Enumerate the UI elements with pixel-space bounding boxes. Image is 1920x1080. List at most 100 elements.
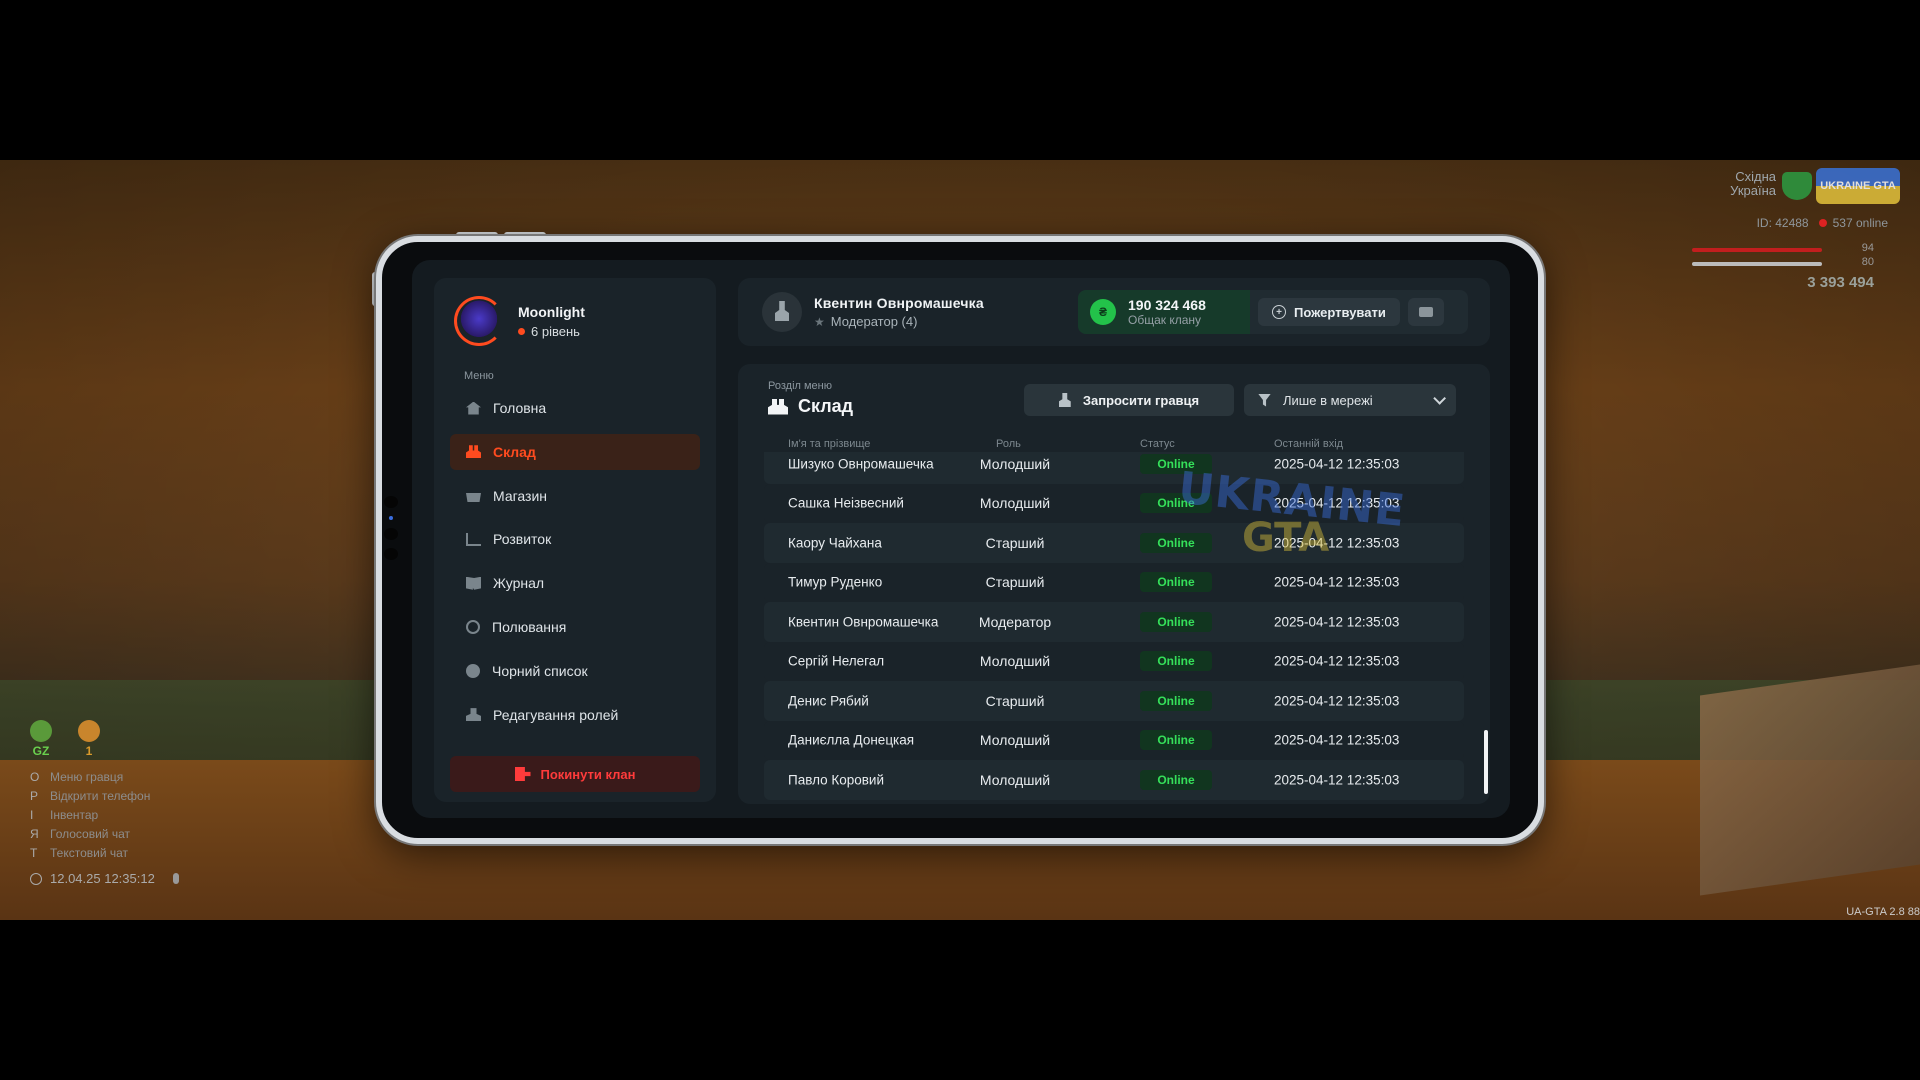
menu-caption: Меню: [464, 370, 494, 382]
keybind-label: Меню гравця: [50, 770, 124, 784]
user-role-text: Модератор (4): [830, 314, 918, 329]
balance-text: 190 324 468 Общак клану: [1128, 297, 1206, 327]
gz-label: GZ: [32, 744, 50, 758]
member-last-login: 2025-04-12 12:35:03: [1274, 574, 1400, 590]
star-icon: ★: [814, 314, 825, 329]
member-role: Модератор: [978, 613, 1052, 630]
level-dot-icon: [518, 327, 525, 335]
keybind-key: I: [30, 808, 34, 822]
filter-value: Лише в мережі: [1283, 392, 1373, 408]
sidebar-item-hunting[interactable]: Полювання: [450, 609, 700, 645]
table-row[interactable]: Даниєлла Донецкая Молодший Online 2025-0…: [764, 720, 1464, 760]
invite-player-button[interactable]: Запросити гравця: [1024, 384, 1234, 416]
member-last-login: 2025-04-12 12:35:03: [1274, 614, 1400, 630]
status-badge: Online: [1140, 690, 1212, 711]
member-name: Павло Коровий: [788, 772, 885, 788]
table-row[interactable]: Сашка Неізвесний Молодший Online 2025-04…: [764, 483, 1464, 523]
table-row[interactable]: Павло Коровий Молодший Online 2025-04-12…: [764, 760, 1464, 800]
table-row[interactable]: Денис Рябий Старший Online 2025-04-12 12…: [764, 681, 1464, 721]
wallet-button[interactable]: [1407, 298, 1444, 326]
armor-bar: [1692, 262, 1822, 266]
sidebar-item-label: Магазин: [493, 487, 548, 504]
sidebar-item-edit-roles[interactable]: Редагування ролей: [450, 697, 700, 733]
table-row[interactable]: Каору Чайхана Старший Online 2025-04-12 …: [764, 523, 1464, 563]
sidebar-item-shop[interactable]: Магазин: [450, 478, 700, 514]
gz-indicators: GZ 1: [30, 720, 270, 758]
shop-icon: [466, 492, 481, 503]
sidebar-item-home[interactable]: Головна: [450, 390, 700, 426]
member-role: Молодший: [979, 732, 1051, 749]
member-role: Старший: [985, 534, 1045, 551]
book-icon: [466, 576, 481, 590]
keybind-key: Я: [30, 827, 39, 841]
keybind-label: Голосовий чат: [50, 827, 130, 841]
chart-icon: [466, 532, 481, 546]
members-table[interactable]: Шизуко Овнромашечка Молодший Online 2025…: [764, 452, 1464, 804]
hud-region-line-2: Україна: [1730, 183, 1776, 198]
header-card: Квентин Овнромашечка ★ Модератор (4) ₴ 1…: [738, 278, 1490, 346]
people-icon: [768, 398, 788, 415]
home-icon: [466, 401, 481, 415]
status-badge: Online: [1140, 493, 1212, 514]
donate-label: Пожертвувати: [1294, 304, 1386, 320]
member-role: Старший: [985, 574, 1045, 591]
online-filter-select[interactable]: Лише в мережі: [1244, 384, 1456, 416]
player-id: ID: 42488: [1756, 216, 1809, 230]
member-last-login: 2025-04-12 12:35:03: [1274, 653, 1400, 669]
health-value: 94: [1861, 242, 1874, 254]
sidebar-nav: Головна Склад Магазин Розвиток Журнал По…: [450, 390, 700, 740]
exit-icon: [514, 767, 531, 781]
user-avatar-icon: [762, 292, 802, 332]
datetime-line: 12.04.25 12:35:12: [30, 871, 270, 886]
member-last-login: 2025-04-12 12:35:03: [1274, 456, 1400, 472]
camera-dot: [384, 528, 398, 540]
keybind-item: P Відкрити телефон: [30, 787, 270, 806]
clan-avatar: [454, 296, 504, 346]
member-role: Молодший: [979, 653, 1051, 670]
member-role: Молодший: [979, 495, 1051, 512]
column-header-status: Статус: [1140, 438, 1175, 450]
coin-icon: ₴: [1090, 299, 1116, 325]
member-name: Тимур Руденко: [788, 574, 883, 590]
armor-value: 80: [1861, 256, 1874, 268]
keybind-key: O: [30, 770, 40, 784]
sidebar-item-blacklist[interactable]: Чорний список: [450, 653, 700, 689]
clan-profile: Moonlight 6 рівень: [454, 296, 585, 346]
camera-indicator: [389, 516, 393, 520]
sidebar-item-label: Журнал: [493, 575, 545, 592]
column-header-last-login: Останній вхід: [1274, 438, 1344, 450]
keybind-item: T Текстовий чат: [30, 844, 270, 863]
user-role: ★ Модератор (4): [814, 314, 984, 329]
table-row[interactable]: Квентин Овнромашечка Модератор Online 20…: [764, 602, 1464, 642]
leave-clan-button[interactable]: Покинути клан: [450, 756, 700, 792]
clock-icon: [30, 872, 42, 885]
camera-dot: [384, 496, 398, 508]
status-badge: Online: [1140, 453, 1212, 474]
gz2-icon: [78, 720, 100, 742]
balance-label: Общак клану: [1128, 313, 1202, 327]
sidebar-item-journal[interactable]: Журнал: [450, 565, 700, 601]
status-badge: Online: [1140, 611, 1212, 632]
tablet-camera-dots: [384, 496, 402, 568]
member-last-login: 2025-04-12 12:35:03: [1274, 495, 1400, 511]
sidebar-item-members[interactable]: Склад: [450, 433, 700, 470]
donate-button[interactable]: + Пожертвувати: [1258, 298, 1400, 326]
chevron-down-icon: [1433, 391, 1446, 405]
members-list: Шизуко Овнромашечка Молодший Online 2025…: [764, 452, 1464, 800]
status-badge: Online: [1140, 769, 1212, 790]
status-badge: Online: [1140, 532, 1212, 553]
gz-indicator: GZ: [30, 720, 52, 758]
sidebar-item-label: Редагування ролей: [493, 706, 619, 723]
table-scrollbar[interactable]: [1484, 730, 1488, 794]
clan-name: Moonlight: [518, 303, 585, 320]
health-bar: [1692, 248, 1822, 252]
sidebar-item-development[interactable]: Розвиток: [450, 521, 700, 557]
table-row[interactable]: Тимур Руденко Старший Online 2025-04-12 …: [764, 562, 1464, 602]
leave-clan-label: Покинути клан: [540, 766, 636, 782]
keybind-key: T: [30, 846, 38, 860]
sidebar-item-label: Склад: [493, 443, 536, 460]
table-row[interactable]: Сергій Нелегал Молодший Online 2025-04-1…: [764, 641, 1464, 681]
user-edit-icon: [466, 708, 481, 722]
table-row[interactable]: Шизуко Овнромашечка Молодший Online 2025…: [764, 452, 1464, 484]
keybind-item: I Інвентар: [30, 806, 270, 825]
